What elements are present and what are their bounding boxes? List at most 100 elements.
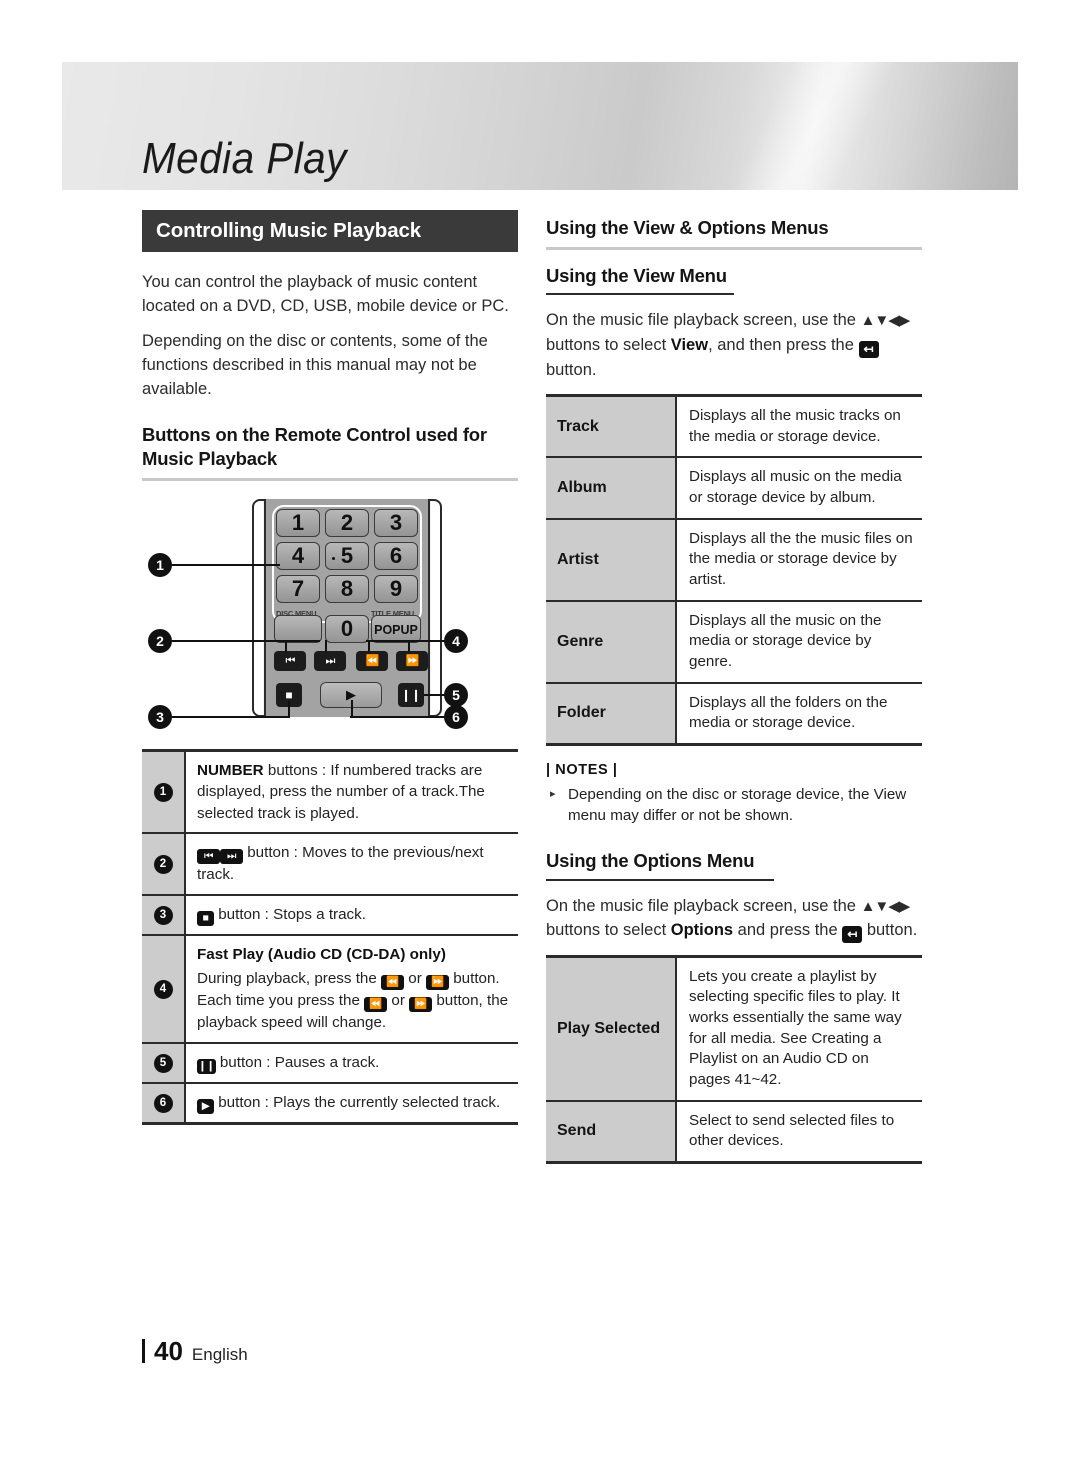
options-row-label-play-selected: Play Selected <box>546 956 677 1101</box>
table-row: 5 ❙❙ button : Pauses a track. <box>142 1042 518 1084</box>
row-3-text: button : Stops a track. <box>214 905 366 923</box>
fast-play-line2a: Each time you press the <box>197 992 365 1010</box>
remote-key-3: 3 <box>374 508 418 537</box>
callout-5-leader <box>424 693 446 696</box>
table-row: 3 ■ button : Stops a track. <box>142 893 518 935</box>
row-callout-1: 1 <box>153 782 173 802</box>
callout-2-leader-tick-a <box>285 639 287 652</box>
fastforward-icon: ⏩ <box>409 997 433 1013</box>
key5-tactile-dot-icon <box>332 556 335 560</box>
view-row-desc-folder: Displays all the folders on the media or… <box>676 681 922 745</box>
callout-3-leader <box>172 715 290 718</box>
view-row-desc-artist: Displays all the the music files on the … <box>676 517 922 601</box>
row-callout-5: 5 <box>153 1054 173 1074</box>
remote-key-4: 4 <box>276 541 320 570</box>
note-item: ▸ Depending on the disc or storage devic… <box>550 785 922 827</box>
options-menu-intro: On the music file playback screen, use t… <box>546 894 922 943</box>
callout-2-leader-tick-b <box>325 639 327 652</box>
callout-4-leader-tick-a <box>368 639 370 652</box>
fastforward-icon: ⏩ <box>425 975 449 991</box>
row-callout-6: 6 <box>153 1094 173 1114</box>
prev-icon: ⏮ <box>197 849 220 865</box>
options-menu-table: Play Selected Lets you create a playlist… <box>546 954 922 1165</box>
row-callout-4: 4 <box>153 979 173 999</box>
callout-6-leader <box>350 715 446 718</box>
enter-button-icon: ↤ <box>858 340 879 358</box>
view-menu-intro: On the music file playback screen, use t… <box>546 308 922 382</box>
remote-control-diagram: 1 2 3 4 5 6 7 8 9 DISC MENU TITLE MENU 0… <box>142 495 518 745</box>
view-intro-b: buttons to select <box>546 335 671 354</box>
callout-2: 2 <box>148 628 172 653</box>
remote-key-disc-menu <box>274 614 322 643</box>
table-row: Album Displays all music on the media or… <box>546 456 922 519</box>
row-body-5: ❙❙ button : Pauses a track. <box>185 1042 518 1084</box>
next-icon: ⏭ <box>314 650 346 671</box>
number-buttons-bold: NUMBER <box>197 761 264 779</box>
subheading-using-view-menu: Using the View Menu <box>546 264 727 286</box>
view-intro-a: On the music file playback screen, use t… <box>546 311 861 330</box>
view-menu-table: Track Displays all the music tracks on t… <box>546 393 922 746</box>
row-body-2: ⏮ ⏭ button : Moves to the previous/next t… <box>185 832 518 895</box>
row-5-text: button : Pauses a track. <box>215 1054 380 1072</box>
view-row-label-album: Album <box>546 456 677 519</box>
note-text: Depending on the disc or storage device,… <box>568 785 907 824</box>
row-callout-2: 2 <box>153 855 173 875</box>
intro-paragraph-1: You can control the playback of music co… <box>142 273 509 316</box>
row-body-4: Fast Play (Audio CD (CD-DA) only) During… <box>185 933 518 1044</box>
view-menu-rule <box>546 293 734 296</box>
remote-key-5-label: 5 <box>340 542 354 568</box>
row-body-6: ▶ button : Plays the currently selected … <box>185 1082 518 1124</box>
table-row: Track Displays all the music tracks on t… <box>546 395 922 458</box>
fast-play-line1b: or <box>404 970 426 988</box>
fast-play-title: Fast Play (Audio CD (CD-DA) only) <box>197 945 446 963</box>
callout-3-leader-tick <box>288 700 290 717</box>
dpad-arrows-icon: ▲▼◀▶ <box>860 897 911 915</box>
remote-key-0: 0 <box>325 614 369 643</box>
options-row-desc-send: Select to send selected files to other d… <box>676 1099 922 1163</box>
view-row-desc-genre: Displays all the music on the media or s… <box>676 599 922 683</box>
row-number-cell: 2 <box>142 832 186 895</box>
subheading-buttons-on-remote: Buttons on the Remote Control used for M… <box>142 424 487 469</box>
callout-3: 3 <box>148 704 172 729</box>
fast-play-line1a: During playback, press the <box>197 970 382 988</box>
remote-key-1: 1 <box>276 508 320 537</box>
notes-heading: | NOTES | <box>546 761 618 778</box>
row-number-cell: 6 <box>142 1082 186 1124</box>
table-row: Send Select to send selected files to ot… <box>546 1099 922 1163</box>
callout-5: 5 <box>444 682 468 707</box>
rewind-icon: ⏪ <box>356 650 388 671</box>
left-column: Controlling Music Playback You can contr… <box>142 210 518 1126</box>
intro-paragraph-2: Depending on the disc or contents, some … <box>142 331 488 399</box>
footer-language: English <box>191 1345 248 1364</box>
pause-icon: ❙❙ <box>398 682 424 707</box>
callout-4: 4 <box>444 628 468 653</box>
callout-1-leader <box>172 563 280 566</box>
view-row-label-folder: Folder <box>546 681 677 745</box>
page-footer: 40 English <box>142 1336 248 1367</box>
view-intro-d: button. <box>546 360 597 379</box>
remote-key-2: 2 <box>325 508 369 537</box>
view-row-desc-album: Displays all music on the media or stora… <box>676 456 922 519</box>
row-number-cell: 3 <box>142 893 186 935</box>
options-label-bold: Options <box>670 920 734 939</box>
table-row: Folder Displays all the folders on the m… <box>546 681 922 745</box>
enter-button-icon: ↤ <box>842 925 863 943</box>
remote-key-7: 7 <box>276 574 320 603</box>
next-icon: ⏭ <box>220 849 243 865</box>
fast-play-line1c: button. <box>448 970 500 988</box>
remote-buttons-table: 1 NUMBER buttons : If numbered tracks ar… <box>142 748 518 1126</box>
fast-play-line2b: or <box>387 992 410 1010</box>
page-number: 40 <box>154 1336 183 1366</box>
callout-4-leader-tick-b <box>408 639 410 652</box>
options-row-desc-play-selected: Lets you create a playlist by selecting … <box>689 967 902 1089</box>
options-intro-b: buttons to select <box>546 920 671 939</box>
remote-key-5: 5 <box>325 541 369 570</box>
table-row: 6 ▶ button : Plays the currently selecte… <box>142 1082 518 1124</box>
table-row: Play Selected Lets you create a playlist… <box>546 956 922 1101</box>
rewind-icon: ⏪ <box>381 975 405 991</box>
right-column: Using the View & Options Menus Using the… <box>546 210 922 1165</box>
footer-rule-icon <box>142 1339 145 1363</box>
heading-view-options-menus: Using the View & Options Menus <box>546 217 829 238</box>
row-body-1: NUMBER buttons : If numbered tracks are … <box>185 750 518 833</box>
view-options-rule <box>546 246 922 250</box>
